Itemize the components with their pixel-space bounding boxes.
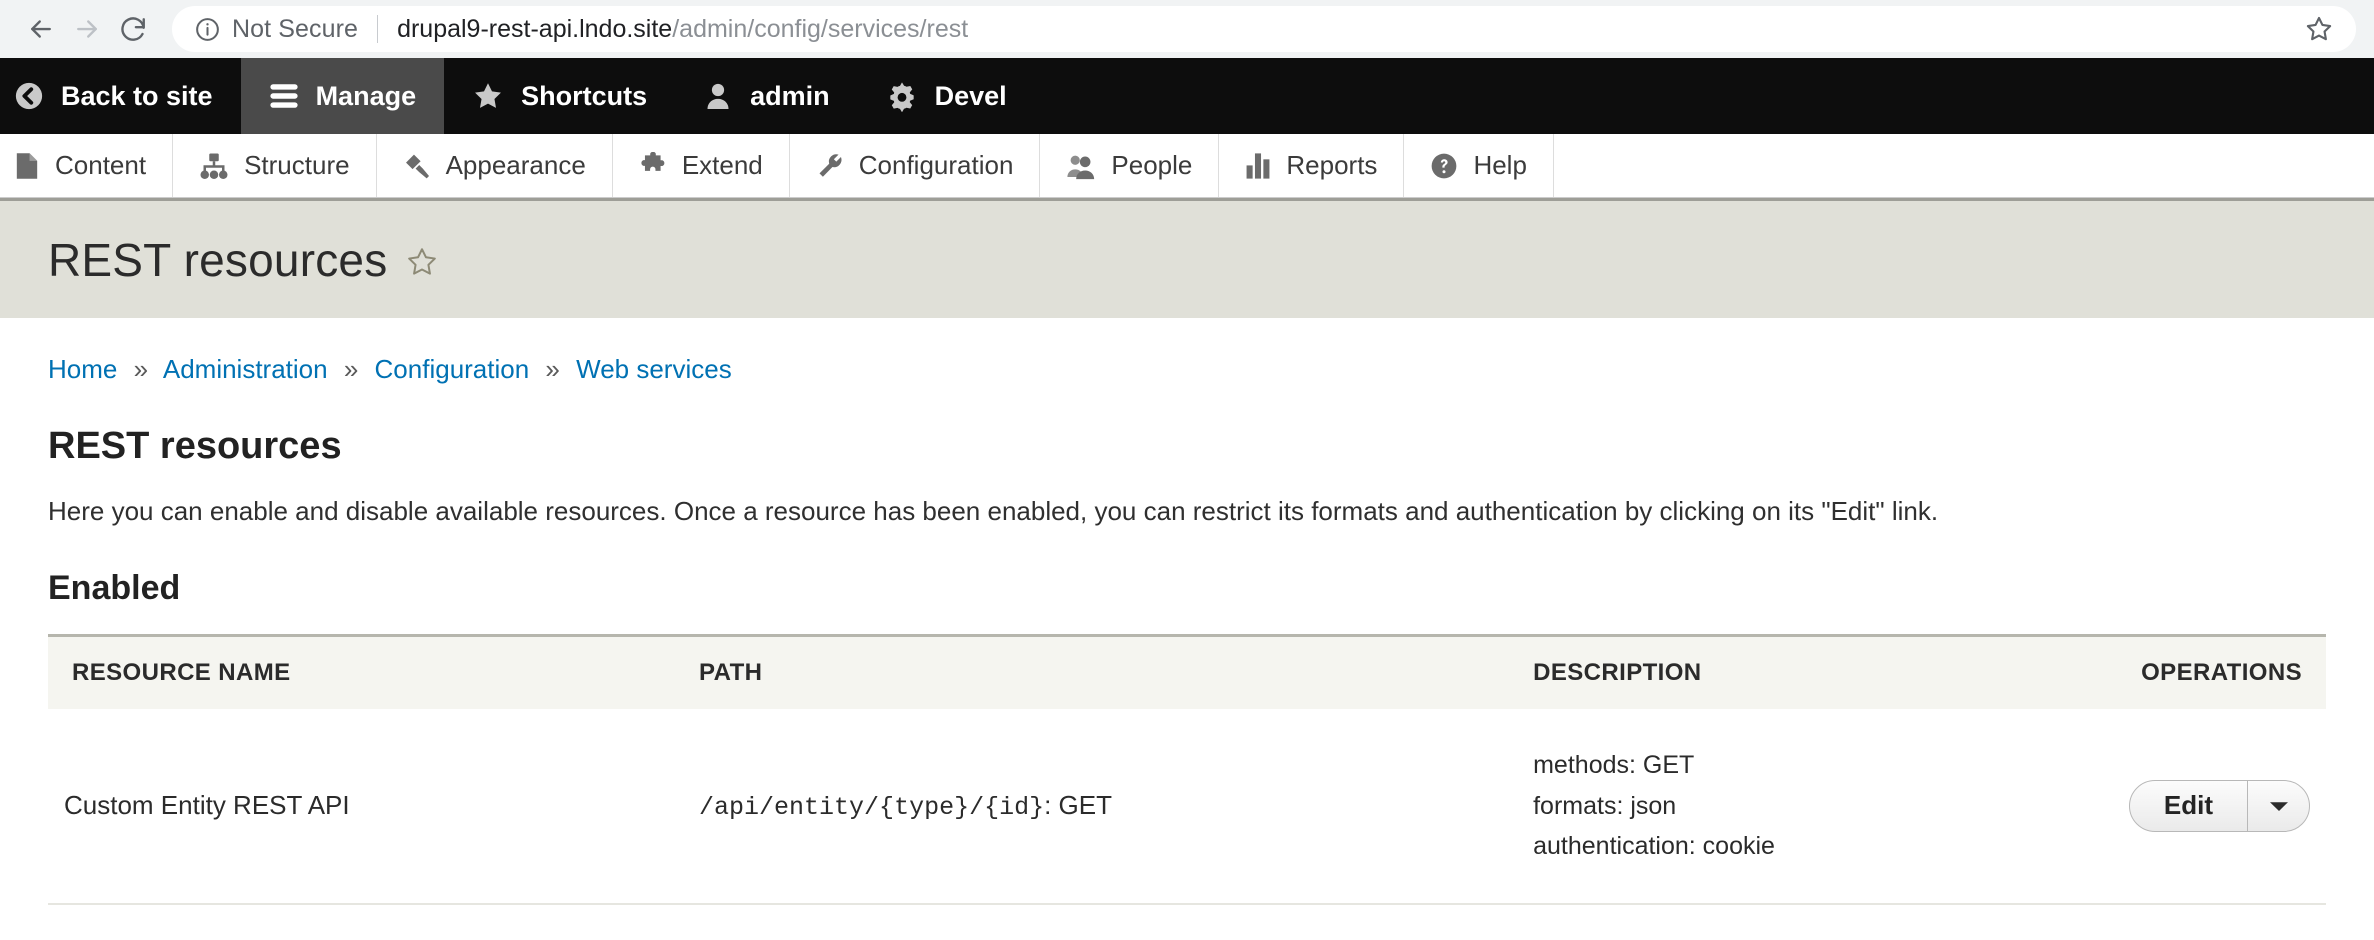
wrench-icon bbox=[816, 152, 844, 180]
path-value: /api/entity/{type}/{id} bbox=[699, 792, 1045, 822]
breadcrumb-item-web-services[interactable]: Web services bbox=[576, 354, 732, 384]
menu-item-label: Help bbox=[1473, 150, 1527, 180]
section-heading: REST resources bbox=[48, 425, 342, 467]
cell-operations: Edit bbox=[2112, 709, 2326, 905]
menu-item-extend[interactable]: Extend bbox=[613, 134, 790, 197]
toolbar-item-label: Manage bbox=[315, 80, 417, 111]
menu-item-structure[interactable]: Structure bbox=[173, 134, 377, 197]
menu-item-label: Appearance bbox=[445, 150, 586, 180]
breadcrumb: Home » Administration » Configuration » … bbox=[48, 318, 2326, 385]
toolbar-item-devel[interactable]: Devel bbox=[858, 58, 1035, 134]
people-icon bbox=[1066, 152, 1096, 180]
column-header-resource-name[interactable]: RESOURCE NAME bbox=[48, 634, 684, 709]
table-row: Custom Entity REST API /api/entity/{type… bbox=[48, 709, 2326, 905]
column-header-description[interactable]: DESCRIPTION bbox=[1517, 634, 2113, 709]
breadcrumb-separator: » bbox=[343, 354, 359, 384]
breadcrumb-separator: » bbox=[133, 354, 149, 384]
address-bar[interactable]: Not Secure drupal9-rest-api.lndo.site/ad… bbox=[172, 6, 2356, 52]
column-header-path[interactable]: PATH bbox=[683, 634, 1518, 709]
enabled-heading: Enabled bbox=[48, 569, 181, 607]
path-methods: : GET bbox=[1044, 789, 1112, 820]
bookmark-star-icon[interactable] bbox=[2282, 14, 2334, 44]
menu-item-configuration[interactable]: Configuration bbox=[790, 134, 1041, 197]
operations-dropbutton: Edit bbox=[2128, 779, 2310, 832]
menu-item-label: Extend bbox=[681, 150, 763, 180]
puzzle-icon bbox=[639, 151, 667, 180]
toolbar-item-shortcuts[interactable]: Shortcuts bbox=[444, 58, 675, 134]
toolbar-item-back-to-site[interactable]: Back to site bbox=[0, 58, 241, 134]
cell-path: /api/entity/{type}/{id}: GET bbox=[683, 709, 1518, 905]
back-arrow-icon[interactable] bbox=[18, 6, 64, 52]
page-title-region: REST resources bbox=[0, 198, 2374, 318]
description-formats: formats: json bbox=[1533, 791, 1677, 820]
breadcrumb-item-administration[interactable]: Administration bbox=[163, 354, 328, 384]
column-header-operations[interactable]: OPERATIONS bbox=[2112, 634, 2326, 709]
bar-chart-icon bbox=[1245, 152, 1271, 180]
url-path: /admin/config/services/rest bbox=[672, 14, 969, 43]
menu-item-people[interactable]: People bbox=[1040, 134, 1220, 197]
menu-item-label: Configuration bbox=[858, 150, 1014, 180]
star-icon bbox=[472, 80, 504, 112]
user-icon bbox=[703, 81, 733, 111]
drupal-admin-toolbar: Back to site Manage Shortcuts admin Deve… bbox=[0, 58, 2374, 134]
menu-item-reports[interactable]: Reports bbox=[1219, 134, 1405, 197]
reload-icon[interactable] bbox=[110, 6, 156, 52]
page-title: REST resources bbox=[48, 233, 388, 286]
gear-icon bbox=[886, 80, 918, 112]
menu-item-appearance[interactable]: Appearance bbox=[377, 134, 613, 197]
cell-description: methods: GET formats: json authenticatio… bbox=[1517, 709, 2113, 905]
page-description: Here you can enable and disable availabl… bbox=[48, 496, 1939, 526]
toolbar-item-label: Shortcuts bbox=[521, 80, 648, 111]
omnibox-divider bbox=[377, 15, 379, 43]
forward-arrow-icon[interactable] bbox=[64, 6, 110, 52]
breadcrumb-item-configuration[interactable]: Configuration bbox=[375, 354, 530, 384]
cell-resource-name: Custom Entity REST API bbox=[48, 709, 684, 905]
toolbar-item-admin[interactable]: admin bbox=[675, 58, 858, 134]
toolbar-item-label: admin bbox=[750, 80, 830, 111]
drupal-admin-menu: Content Structure Appearance Extend Conf… bbox=[0, 134, 2374, 198]
toolbar-item-label: Back to site bbox=[61, 80, 213, 111]
table-header-row: RESOURCE NAME PATH DESCRIPTION OPERATION… bbox=[48, 634, 2326, 709]
url-host: drupal9-rest-api.lndo.site bbox=[397, 14, 673, 43]
menu-item-help[interactable]: Help bbox=[1404, 134, 1554, 197]
toolbar-item-label: Devel bbox=[934, 80, 1007, 111]
back-circle-icon bbox=[14, 81, 44, 111]
menu-item-label: Reports bbox=[1286, 150, 1378, 180]
hamburger-icon bbox=[269, 83, 299, 109]
menu-item-label: Content bbox=[55, 150, 147, 180]
menu-item-label: People bbox=[1111, 150, 1193, 180]
info-circle-icon[interactable] bbox=[194, 16, 221, 43]
security-status-label: Not Secure bbox=[232, 14, 359, 43]
url-text: drupal9-rest-api.lndo.site/admin/config/… bbox=[397, 15, 968, 44]
menu-item-label: Structure bbox=[244, 150, 350, 180]
paintbrush-icon bbox=[403, 152, 431, 180]
description-authentication: authentication: cookie bbox=[1533, 832, 1775, 860]
description-methods: methods: GET bbox=[1533, 751, 1695, 779]
file-icon bbox=[14, 152, 40, 180]
table-body: Custom Entity REST API /api/entity/{type… bbox=[48, 709, 2326, 905]
hierarchy-icon bbox=[199, 152, 229, 180]
table-head: RESOURCE NAME PATH DESCRIPTION OPERATION… bbox=[48, 634, 2326, 709]
browser-chrome: Not Secure drupal9-rest-api.lndo.site/ad… bbox=[0, 0, 2374, 58]
question-circle-icon bbox=[1430, 152, 1458, 180]
menu-item-content[interactable]: Content bbox=[0, 134, 174, 197]
toolbar-item-manage[interactable]: Manage bbox=[240, 58, 445, 134]
breadcrumb-item-home[interactable]: Home bbox=[48, 354, 117, 384]
rest-resources-table: RESOURCE NAME PATH DESCRIPTION OPERATION… bbox=[48, 634, 2326, 905]
page-content: Home » Administration » Configuration » … bbox=[0, 318, 2374, 905]
shortcut-star-icon[interactable] bbox=[405, 241, 439, 279]
chevron-down-icon[interactable] bbox=[2247, 780, 2309, 831]
edit-button[interactable]: Edit bbox=[2130, 781, 2247, 831]
breadcrumb-separator: » bbox=[545, 354, 560, 384]
